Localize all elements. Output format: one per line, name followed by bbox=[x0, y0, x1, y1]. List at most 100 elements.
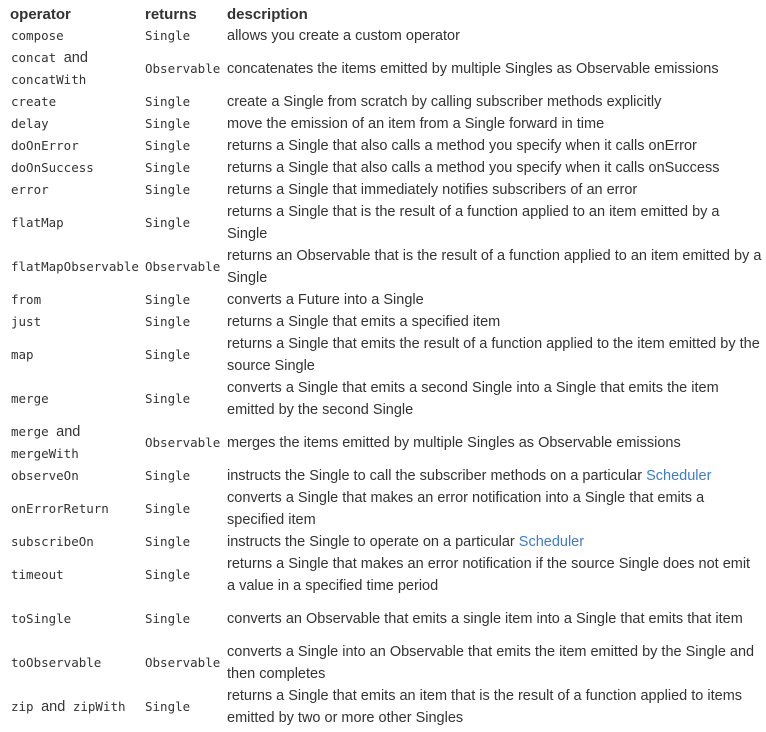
description-text: instructs the Single to operate on a par… bbox=[227, 534, 519, 550]
operator-cell: toSingle bbox=[11, 611, 72, 626]
returns-cell: Single bbox=[145, 160, 191, 175]
returns-cell: Observable bbox=[145, 61, 221, 76]
description-cell: returns a Single that emits a specified … bbox=[227, 314, 501, 330]
operator-joiner: and bbox=[56, 424, 81, 440]
table-row: merge and mergeWith Observable merges the… bbox=[0, 421, 766, 465]
operator-cell: timeout bbox=[11, 567, 64, 582]
operator-cell: flatMapObservable bbox=[11, 259, 139, 274]
operator-cell: flatMap bbox=[11, 215, 64, 230]
operator-cell: zip and zipWith bbox=[0, 685, 135, 729]
operator-cell: delay bbox=[11, 116, 49, 131]
description-cell: create a Single from scratch by calling … bbox=[227, 94, 662, 110]
operator-cell: merge bbox=[11, 391, 49, 406]
operator-code: merge bbox=[11, 424, 49, 439]
operator-joiner: and bbox=[41, 699, 66, 715]
table-row: flatMapObservable Observable returns an … bbox=[0, 245, 766, 289]
returns-cell: Observable bbox=[145, 655, 221, 670]
operator-cell: observeOn bbox=[11, 468, 79, 483]
header-operator: operator bbox=[10, 5, 71, 23]
operator-cell: create bbox=[11, 94, 57, 109]
table-row: just Single returns a Single that emits … bbox=[0, 311, 766, 333]
operators-table: operator returns description compose Sin… bbox=[0, 3, 766, 729]
description-cell: allows you create a custom operator bbox=[227, 28, 460, 44]
returns-cell: Single bbox=[145, 501, 191, 516]
returns-cell: Single bbox=[145, 391, 191, 406]
description-cell: returns a Single that also calls a metho… bbox=[227, 138, 697, 154]
description-cell: returns an Observable that is the result… bbox=[227, 248, 762, 286]
operator-code: concat bbox=[11, 50, 57, 65]
operator-code: concatWith bbox=[11, 72, 87, 87]
operator-cell: error bbox=[11, 182, 49, 197]
operator-joiner: and bbox=[63, 50, 88, 66]
table-row: map Single returns a Single that emits t… bbox=[0, 333, 766, 377]
table-row: flatMap Single returns a Single that is … bbox=[0, 201, 766, 245]
header-returns: returns bbox=[145, 5, 197, 23]
operator-code: mergeWith bbox=[11, 446, 79, 461]
returns-cell: Single bbox=[145, 94, 191, 109]
table-row: observeOn Single instructs the Single to… bbox=[0, 465, 766, 487]
returns-cell: Single bbox=[145, 28, 191, 43]
description-cell: converts a Single into an Observable tha… bbox=[227, 644, 755, 682]
description-cell: returns a Single that makes an error not… bbox=[227, 556, 751, 594]
table-row: onErrorReturn Single converts a Single t… bbox=[0, 487, 766, 531]
returns-cell: Single bbox=[145, 468, 191, 483]
operator-cell: subscribeOn bbox=[11, 534, 94, 549]
description-cell: merges the items emitted by multiple Sin… bbox=[227, 435, 681, 451]
description-cell: converts a Single that makes an error no… bbox=[227, 490, 705, 528]
operator-cell: compose bbox=[11, 28, 64, 43]
table-row: doOnError Single returns a Single that a… bbox=[0, 135, 766, 157]
scheduler-link[interactable]: Scheduler bbox=[519, 534, 584, 550]
returns-cell: Single bbox=[145, 567, 191, 582]
header-description: description bbox=[227, 5, 308, 23]
table-row: merge Single converts a Single that emit… bbox=[0, 377, 766, 421]
description-cell: converts an Observable that emits a sing… bbox=[227, 611, 743, 627]
operator-cell: just bbox=[11, 314, 42, 329]
operator-cell: toObservable bbox=[11, 655, 102, 670]
header-row: operator returns description bbox=[0, 3, 766, 25]
returns-cell: Single bbox=[145, 534, 191, 549]
description-cell: converts a Future into a Single bbox=[227, 292, 424, 308]
returns-cell: Single bbox=[145, 138, 191, 153]
operator-cell: concat and concatWith bbox=[0, 47, 135, 91]
returns-cell: Single bbox=[145, 314, 191, 329]
table-row: error Single returns a Single that immed… bbox=[0, 179, 766, 201]
description-text: instructs the Single to call the subscri… bbox=[227, 468, 647, 484]
operator-cell: onErrorReturn bbox=[11, 501, 109, 516]
returns-cell: Single bbox=[145, 116, 191, 131]
description-cell: converts a Single that emits a second Si… bbox=[227, 380, 719, 418]
description-cell: concatenates the items emitted by multip… bbox=[227, 61, 719, 77]
operator-code: zipWith bbox=[72, 699, 126, 714]
returns-cell: Single bbox=[145, 182, 191, 197]
description-cell: returns a Single that immediately notifi… bbox=[227, 182, 638, 198]
table-row: compose Single allows you create a custo… bbox=[0, 25, 766, 47]
returns-cell: Single bbox=[145, 611, 191, 626]
table-row: doOnSuccess Single returns a Single that… bbox=[0, 157, 766, 179]
operator-cell: map bbox=[11, 347, 34, 362]
operator-cell: merge and mergeWith bbox=[0, 421, 135, 465]
table-row: from Single converts a Future into a Sin… bbox=[0, 289, 766, 311]
table-row: concat and concatWith Observable concaten… bbox=[0, 47, 766, 91]
description-cell: returns a Single that also calls a metho… bbox=[227, 160, 720, 176]
table-row: toSingle Single converts an Observable t… bbox=[0, 597, 766, 641]
returns-cell: Observable bbox=[145, 259, 221, 274]
table-row: delay Single move the emission of an ite… bbox=[0, 113, 766, 135]
description-cell: returns a Single that emits an item that… bbox=[227, 688, 743, 726]
description-cell: instructs the Single to operate on a par… bbox=[216, 531, 766, 553]
description-cell: returns a Single that is the result of a… bbox=[227, 204, 720, 242]
description-cell: move the emission of an item from a Sing… bbox=[227, 116, 605, 132]
returns-cell: Observable bbox=[145, 435, 221, 450]
table-row: timeout Single returns a Single that mak… bbox=[0, 553, 766, 597]
operator-cell: doOnSuccess bbox=[11, 160, 94, 175]
operator-cell: doOnError bbox=[11, 138, 79, 153]
returns-cell: Single bbox=[145, 292, 191, 307]
table-row: create Single create a Single from scrat… bbox=[0, 91, 766, 113]
returns-cell: Single bbox=[145, 347, 191, 362]
description-cell: returns a Single that emits the result o… bbox=[227, 336, 760, 374]
table-row: toObservable Observable converts a Singl… bbox=[0, 641, 766, 685]
operator-code: zip bbox=[11, 699, 34, 714]
table-row: subscribeOn Single instructs the Single … bbox=[0, 531, 766, 553]
returns-cell: Single bbox=[145, 215, 191, 230]
returns-cell: Single bbox=[145, 699, 191, 714]
operator-cell: from bbox=[11, 292, 42, 307]
scheduler-link[interactable]: Scheduler bbox=[646, 468, 711, 484]
